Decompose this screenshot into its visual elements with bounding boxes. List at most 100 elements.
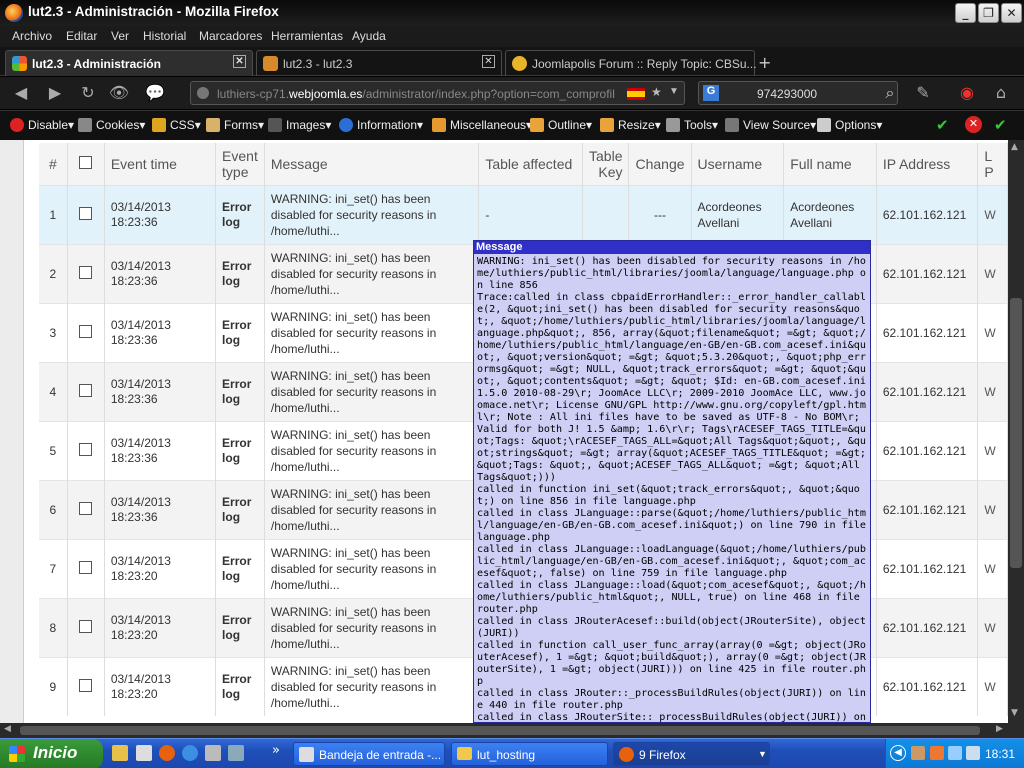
forward-icon[interactable]: ▶ bbox=[42, 82, 68, 104]
scroll-thumb[interactable] bbox=[1010, 298, 1022, 568]
menu-historial[interactable]: Historial bbox=[143, 29, 186, 43]
stop-icon[interactable]: ◉ bbox=[954, 82, 980, 104]
message-link[interactable]: WARNING: ini_set() has been disabled for… bbox=[264, 538, 480, 598]
show-desktop-icon[interactable] bbox=[112, 745, 128, 761]
col-change[interactable]: Change bbox=[628, 143, 692, 185]
dev-disable[interactable]: Disable▾ bbox=[10, 118, 74, 132]
reload-icon[interactable]: ↻ bbox=[75, 82, 101, 104]
message-link[interactable]: WARNING: ini_set() has been disabled for… bbox=[264, 302, 480, 362]
message-link[interactable]: WARNING: ini_set() has been disabled for… bbox=[264, 361, 480, 421]
ie-icon[interactable] bbox=[182, 745, 198, 761]
new-tab-button[interactable]: + bbox=[758, 53, 771, 72]
scroll-down-icon[interactable]: ▼ bbox=[1011, 708, 1018, 718]
scroll-left-icon[interactable]: ◀ bbox=[4, 724, 11, 734]
tray-security-icon[interactable] bbox=[930, 746, 944, 760]
row-select-cell[interactable] bbox=[67, 656, 105, 716]
row-checkbox[interactable] bbox=[79, 206, 93, 220]
dev-resize[interactable]: Resize▾ bbox=[600, 118, 661, 132]
col-table-affected[interactable]: Table affected bbox=[478, 143, 584, 185]
change-link[interactable]: --- bbox=[628, 184, 692, 244]
scroll-up-icon[interactable]: ▲ bbox=[1011, 142, 1018, 152]
dev-cookies[interactable]: Cookies▾ bbox=[78, 118, 145, 132]
username-link[interactable]: Acordeones Avellani bbox=[691, 184, 785, 244]
menu-herramientas[interactable]: Herramientas bbox=[271, 29, 343, 43]
dev-css[interactable]: CSS▾ bbox=[152, 118, 201, 132]
col-table-key[interactable]: Table Key bbox=[582, 143, 630, 185]
row-checkbox[interactable] bbox=[79, 324, 93, 338]
dropdown-icon[interactable]: ▼ bbox=[669, 86, 679, 97]
tray-app-icon[interactable] bbox=[911, 746, 925, 760]
maximize-button[interactable]: ❐ bbox=[978, 3, 999, 23]
col-select-all[interactable] bbox=[67, 143, 105, 185]
task-bandeja[interactable]: Bandeja de entrada -... bbox=[293, 742, 445, 766]
search-field[interactable]: G 974293000 bbox=[698, 81, 898, 105]
row-select-cell[interactable] bbox=[67, 302, 105, 362]
menu-ver[interactable]: Ver bbox=[111, 29, 129, 43]
close-tab-icon[interactable]: ✕ bbox=[482, 55, 495, 68]
message-link[interactable]: WARNING: ini_set() has been disabled for… bbox=[264, 479, 480, 539]
hscroll-thumb[interactable] bbox=[20, 726, 980, 735]
more-icon[interactable]: » bbox=[272, 743, 280, 758]
col-event-time[interactable]: Event time bbox=[104, 143, 217, 185]
task-firefox[interactable]: 9 Firefox ▼ bbox=[613, 742, 770, 766]
firefox-quicklaunch-icon[interactable] bbox=[159, 745, 175, 761]
row-checkbox[interactable] bbox=[79, 383, 93, 397]
message-link[interactable]: WARNING: ini_set() has been disabled for… bbox=[264, 597, 480, 657]
url-bar[interactable]: luthiers-cp71.webjoomla.es/administrator… bbox=[190, 81, 685, 105]
dev-miscellaneous[interactable]: Miscellaneous▾ bbox=[432, 118, 532, 132]
start-button[interactable]: Inicio bbox=[0, 739, 103, 768]
tab-administracion[interactable]: lut2.3 - Administración ✕ bbox=[5, 50, 253, 76]
outlook-quicklaunch-icon[interactable] bbox=[228, 745, 244, 761]
row-select-cell[interactable] bbox=[67, 538, 105, 598]
col-username[interactable]: Username bbox=[691, 143, 785, 185]
minimize-button[interactable]: _ bbox=[955, 3, 976, 23]
row-select-cell[interactable] bbox=[67, 184, 105, 244]
table-row[interactable]: 1 03/14/2013 18:23:36 Error log WARNING:… bbox=[39, 184, 1008, 244]
close-window-button[interactable]: ✕ bbox=[1001, 3, 1022, 23]
home-icon[interactable]: ⌂ bbox=[988, 82, 1014, 104]
col-last-page[interactable]: L P bbox=[977, 143, 1008, 185]
dev-outline[interactable]: Outline▾ bbox=[530, 118, 592, 132]
row-select-cell[interactable] bbox=[67, 361, 105, 421]
check-icon[interactable]: ✔ bbox=[936, 116, 949, 134]
dev-images[interactable]: Images▾ bbox=[268, 118, 331, 132]
row-checkbox[interactable] bbox=[79, 560, 93, 574]
dev-view-source[interactable]: View Source▾ bbox=[725, 118, 816, 132]
dev-options[interactable]: Options▾ bbox=[817, 118, 882, 132]
vertical-scrollbar[interactable]: ▲ ▼ bbox=[1008, 140, 1024, 723]
message-link[interactable]: WARNING: ini_set() has been disabled for… bbox=[264, 420, 480, 480]
search-input[interactable]: 974293000 bbox=[757, 87, 817, 101]
row-checkbox[interactable] bbox=[79, 678, 93, 692]
clock[interactable]: 18:31 bbox=[985, 747, 1015, 761]
pen-tool-icon[interactable]: ✎ bbox=[910, 82, 936, 104]
star-icon[interactable]: ★ bbox=[651, 85, 662, 99]
row-select-cell[interactable] bbox=[67, 597, 105, 657]
tray-expand-icon[interactable]: ◀ bbox=[890, 745, 906, 761]
dev-forms[interactable]: Forms▾ bbox=[206, 118, 264, 132]
validate-icon[interactable]: ✔ bbox=[994, 116, 1007, 134]
menu-archivo[interactable]: Archivo bbox=[12, 29, 52, 43]
tray-volume-icon[interactable] bbox=[966, 746, 980, 760]
col-ip-address[interactable]: IP Address bbox=[876, 143, 979, 185]
select-all-checkbox[interactable] bbox=[79, 155, 93, 169]
tray-network-icon[interactable] bbox=[948, 746, 962, 760]
row-checkbox[interactable] bbox=[79, 619, 93, 633]
horizontal-scrollbar[interactable]: ◀ ▶ bbox=[0, 723, 1024, 738]
eye-icon[interactable]: 👁 bbox=[106, 82, 132, 104]
row-select-cell[interactable] bbox=[67, 420, 105, 480]
row-checkbox[interactable] bbox=[79, 265, 93, 279]
tab-joomlapolis[interactable]: Joomlapolis Forum :: Reply Topic: CBSu..… bbox=[505, 50, 757, 76]
message-link[interactable]: WARNING: ini_set() has been disabled for… bbox=[264, 184, 480, 244]
row-select-cell[interactable] bbox=[67, 479, 105, 539]
menu-marcadores[interactable]: Marcadores bbox=[199, 29, 262, 43]
message-link[interactable]: WARNING: ini_set() has been disabled for… bbox=[264, 656, 480, 716]
scroll-right-icon[interactable]: ▶ bbox=[996, 724, 1003, 734]
search-engine-icon[interactable]: G bbox=[703, 85, 719, 101]
fullname-link[interactable]: Acordeones Avellani bbox=[783, 184, 877, 244]
error-icon[interactable]: ✕ bbox=[965, 116, 982, 133]
row-checkbox[interactable] bbox=[79, 442, 93, 456]
dev-information[interactable]: Information▾ bbox=[339, 118, 423, 132]
menu-ayuda[interactable]: Ayuda bbox=[352, 29, 386, 43]
row-checkbox[interactable] bbox=[79, 501, 93, 515]
row-select-cell[interactable] bbox=[67, 243, 105, 303]
